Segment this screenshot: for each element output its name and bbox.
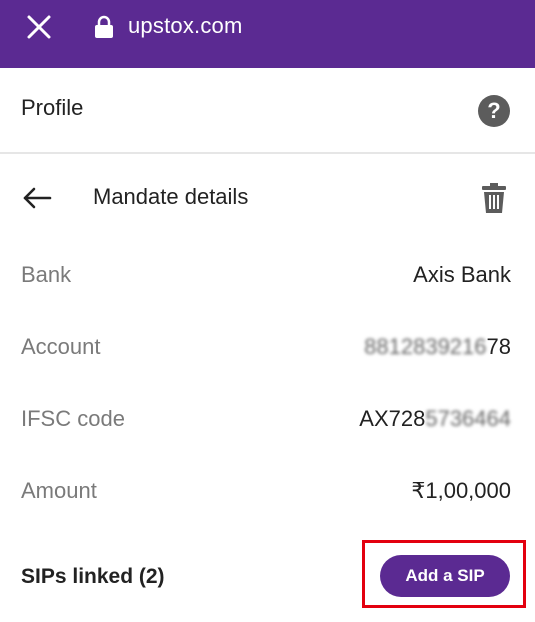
account-visible-digits: 78 xyxy=(486,334,511,359)
ifsc-label: IFSC code xyxy=(21,406,125,431)
account-label: Account xyxy=(21,334,101,359)
sips-linked-label: SIPs linked (2) xyxy=(21,565,165,588)
mandate-header: Mandate details xyxy=(0,170,535,226)
profile-header: Profile ? xyxy=(0,68,535,154)
arrow-left-icon[interactable] xyxy=(22,186,52,210)
add-sip-button[interactable]: Add a SIP xyxy=(380,555,510,597)
close-icon[interactable] xyxy=(26,14,52,40)
account-masked-digits: 8812839216 xyxy=(364,334,487,359)
bank-value: Axis Bank xyxy=(413,262,511,287)
ifsc-masked-part: 5736464 xyxy=(425,406,511,431)
sips-row: SIPs linked (2) Add a SIP xyxy=(0,540,535,610)
ifsc-visible-part: AX728 xyxy=(359,406,426,431)
amount-label: Amount xyxy=(21,478,97,503)
account-value: 881283921678 xyxy=(364,334,511,360)
trash-icon[interactable] xyxy=(480,181,508,215)
browser-top-bar: upstox.com xyxy=(0,0,535,68)
add-sip-highlight: Add a SIP xyxy=(362,540,526,608)
bank-row: Bank Axis Bank xyxy=(0,256,535,296)
page-title: Profile xyxy=(21,95,84,120)
mandate-title: Mandate details xyxy=(93,184,249,209)
ifsc-value: AX7285736464 xyxy=(359,406,511,432)
amount-value: ₹1,00,000 xyxy=(411,478,511,503)
amount-row: Amount ₹1,00,000 xyxy=(0,472,535,512)
ifsc-row: IFSC code AX7285736464 xyxy=(0,400,535,440)
account-row: Account 881283921678 xyxy=(0,328,535,368)
lock-icon xyxy=(94,15,114,39)
bank-label: Bank xyxy=(21,262,72,287)
url-text[interactable]: upstox.com xyxy=(128,13,243,39)
help-icon[interactable]: ? xyxy=(478,95,510,127)
